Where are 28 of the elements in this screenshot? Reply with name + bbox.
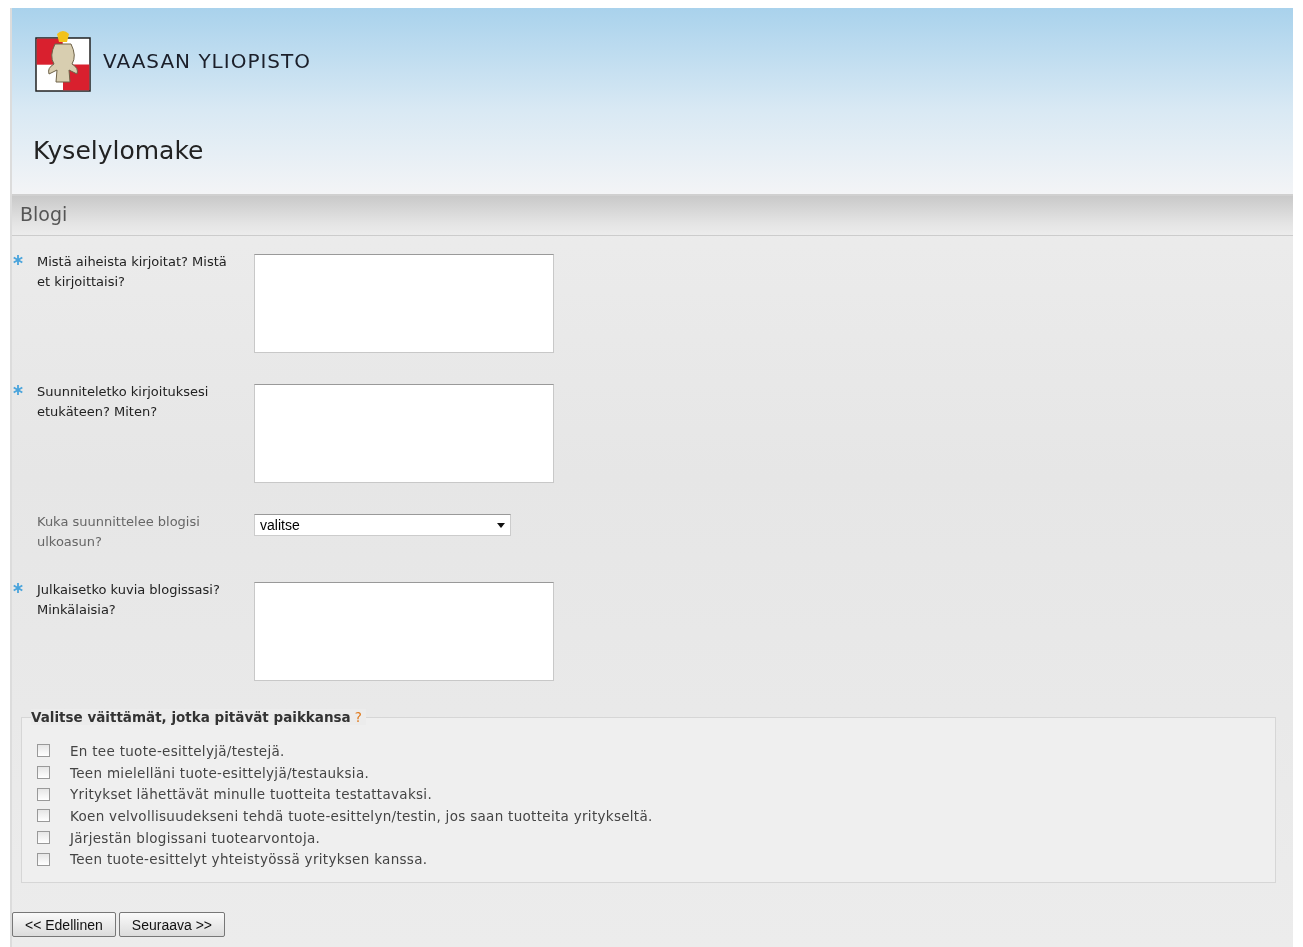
question-label: Suunniteletko kirjoituksesi etukäteen? Miten?: [37, 383, 210, 421]
checkbox[interactable]: [37, 831, 50, 845]
checkbox-label: Teen tuote-esittelyt yhteistyössä yrityksen kanssa.: [70, 851, 428, 868]
checkbox[interactable]: [37, 744, 50, 758]
brand-name: VAASAN YLIOPISTO: [103, 49, 311, 73]
checkbox[interactable]: [37, 809, 50, 823]
nav-button[interactable]: << Edellinen: [12, 912, 116, 938]
section-header: Blogi: [12, 196, 1293, 236]
checkbox-label: Teen mielelläni tuote-esittelyjä/testauksia.: [70, 764, 370, 781]
page-title: Kyselylomake: [33, 136, 205, 165]
fieldset-legend: Valitse väittämät, jotka pitävät paikkansa: [31, 709, 351, 725]
answer-box[interactable]: [254, 582, 554, 681]
checkbox-label: Koen velvollisuudekseni tehdä tuote-esittelyn/testin, jos saan tuotteita yritykseltä.: [70, 807, 653, 824]
checkbox[interactable]: [37, 852, 50, 866]
checkbox[interactable]: [37, 766, 50, 780]
question-label: Julkaisetko kuvia blogissasi? Minkälaisia?: [37, 581, 221, 619]
checkbox-label: Järjestän blogissani tuotearvontoja.: [70, 829, 321, 846]
answer-box[interactable]: [254, 254, 554, 353]
nav-button[interactable]: Seuraava >>: [118, 912, 225, 938]
checkbox[interactable]: [37, 787, 50, 801]
question-label: Kuka suunnittelee blogisi ulkoasun?: [37, 513, 201, 551]
dropdown-field[interactable]: valitse: [254, 514, 511, 536]
checkbox-label: En tee tuote-esittelyjä/testejä.: [70, 742, 285, 759]
question-label: Mistä aiheista kirjoitat? Mistä et kirjoittaisi?: [37, 253, 228, 291]
answer-box[interactable]: [254, 384, 554, 483]
dropdown-caret-icon: [497, 522, 505, 528]
checkbox-label: Yritykset lähettävät minulle tuotteita testattavaksi.: [70, 786, 432, 803]
university-logo-icon: [35, 30, 91, 92]
